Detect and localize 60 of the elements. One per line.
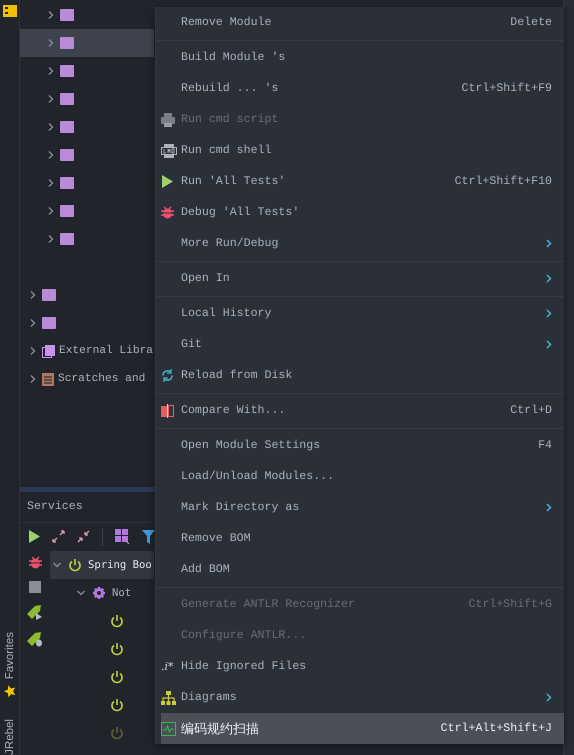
folder-icon [42, 289, 56, 301]
scratches-icon [42, 372, 54, 386]
menu-item[interactable]: Compare With... Ctrl+D [161, 395, 564, 426]
menu-item[interactable]: Build Module 's [161, 42, 564, 73]
folder-icon [42, 317, 56, 329]
menu-item[interactable]: Local History [161, 298, 564, 329]
printer-icon [161, 112, 175, 126]
menu-item[interactable]: Rebuild ... 's Ctrl+Shift+F9 [161, 73, 564, 104]
menu-item[interactable]: Debug 'All Tests' [161, 197, 564, 228]
menu-item[interactable]: Remove Module Delete [161, 7, 564, 38]
menu-item[interactable]: Run cmd shell [161, 135, 564, 166]
folder-icon [60, 177, 74, 189]
tool-window-tab[interactable]: JRebel [4, 715, 16, 755]
group-icon[interactable] [115, 529, 130, 544]
menu-item[interactable]: Mark Directory as [161, 492, 564, 523]
menu-item[interactable]: Remove BOM [161, 523, 564, 554]
expand-icon[interactable] [52, 530, 65, 544]
menu-item[interactable]: Open Module Settings F4 [161, 430, 564, 461]
terminal-icon [161, 144, 177, 158]
ignored-files-icon: .i* [161, 660, 174, 673]
debug-icon[interactable] [28, 556, 42, 569]
menu-item[interactable]: Diagrams [161, 682, 564, 713]
menu-item[interactable]: Load/Unload Modules... [161, 461, 564, 492]
tree-row[interactable]: Scratches and [20, 365, 154, 393]
rocket-run-icon[interactable] [27, 604, 43, 620]
rocket-debug-icon[interactable] [27, 632, 43, 647]
folder-icon [60, 37, 74, 49]
menu-item[interactable]: Open In [161, 263, 564, 294]
menu-item[interactable]: Run 'All Tests' Ctrl+Shift+F10 [161, 166, 564, 197]
tree-row[interactable]: External Libra [20, 337, 154, 365]
folder-icon [60, 121, 74, 133]
folder-icon [60, 9, 74, 21]
collapse-icon[interactable] [77, 530, 90, 544]
menu-item[interactable]: Add BOM [161, 554, 564, 585]
refresh-icon [161, 369, 174, 382]
folder-icon [60, 233, 74, 245]
service-row[interactable]: Spring Boo [50, 550, 154, 579]
run-icon[interactable] [28, 530, 40, 544]
menu-item[interactable]: Reload from Disk [161, 360, 564, 391]
folder-icon [60, 65, 74, 77]
hierarchy-icon [161, 690, 176, 704]
tree-row[interactable] [20, 29, 154, 57]
menu-item[interactable]: .i* Hide Ignored Files [161, 651, 564, 682]
folder-icon [60, 149, 74, 161]
panel-title: Services [26, 499, 84, 516]
compare-icon [161, 404, 174, 418]
service-row[interactable]: Not [50, 578, 154, 607]
menu-item[interactable]: Git [161, 329, 564, 360]
tool-window-tab[interactable]: Favorites [4, 628, 16, 702]
code-scan-icon [161, 722, 176, 736]
menu-item[interactable]: More Run/Debug [161, 228, 564, 259]
folder-icon [60, 205, 74, 217]
play-icon [161, 175, 173, 188]
stop-icon[interactable] [29, 580, 41, 593]
folder-icon [60, 93, 74, 105]
structure-icon [2, 5, 16, 17]
menu-item[interactable]: 编码规约扫描 Ctrl+Alt+Shift+J [161, 713, 564, 744]
star-icon [4, 685, 16, 698]
library-icon [42, 344, 55, 358]
bug-icon [161, 206, 174, 219]
